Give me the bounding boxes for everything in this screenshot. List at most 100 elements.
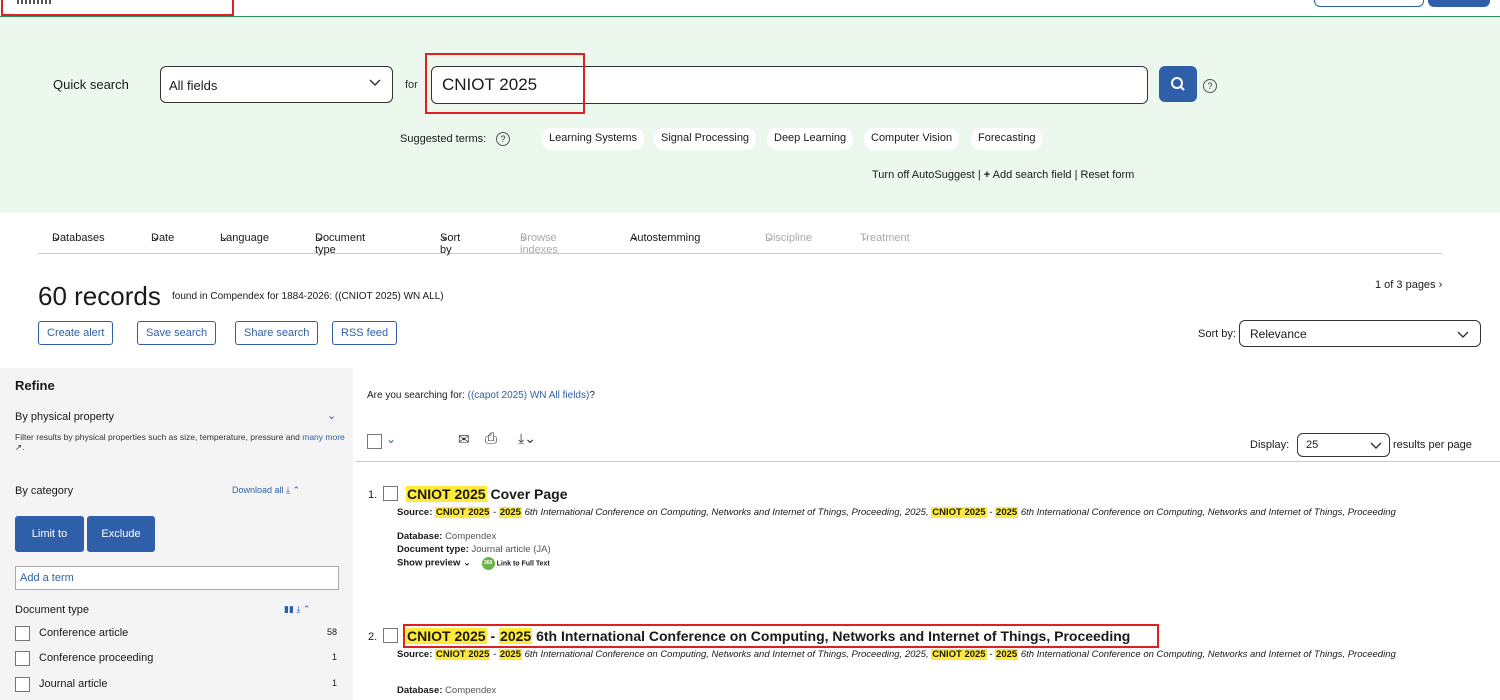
results-per-page-label: results per page [1393,439,1472,451]
top-outline-button[interactable] [1314,0,1424,7]
sort-by-label: Sort by: [1198,328,1236,340]
result-number: 2. [368,631,378,643]
physical-property-title[interactable]: By physical property [15,411,114,423]
filter-treatment: Treatment ⌄ [860,231,910,244]
facet-checkbox[interactable] [15,626,30,641]
facet-item[interactable]: Conference article 58 [15,625,339,643]
filter-language[interactable]: Language ⌄ [220,230,269,244]
limit-to-button[interactable]: Limit to [15,516,84,552]
source-highlight: CNIOT [932,507,962,518]
top-solid-button[interactable] [1428,0,1490,7]
by-category-title: By category [15,485,74,497]
suggested-term-chip[interactable]: Deep Learning [767,128,854,150]
result-source: Source: CNIOT 2025 - 2025 6th Internatio… [397,507,1417,519]
full-text-label: Link to Full Text [496,560,550,568]
external-link-icon: ↗. [15,442,25,452]
physical-property-text: Filter results by physical properties su… [15,432,300,442]
chevron-down-icon[interactable]: ⌄ [386,432,396,446]
did-you-mean-prefix: Are you searching for: [367,390,465,401]
suggested-term-chip[interactable]: Signal Processing [654,128,757,150]
filter-autostemming[interactable]: Autostemming ⌄ [630,230,700,244]
results-toolbar: ⌄ ✉ ⎙ ⤓⌄ Display: 25 results per page [355,430,1500,462]
exclude-button[interactable]: Exclude [87,516,155,552]
display-select[interactable]: 25 [1297,433,1390,457]
doctype-value: Journal article (JA) [471,544,551,555]
download-icon[interactable]: ⤓⌄ [518,430,536,447]
logo-annotation-box [1,0,234,16]
search-field-select[interactable]: All fields [160,66,393,103]
download-icon: ⤓ [296,604,301,614]
search-panel: Quick search All fields for CNIOT 2025 ?… [0,17,1500,213]
rss-feed-button[interactable]: RSS feed [332,321,398,345]
facet-count: 58 [326,627,337,637]
doctype-label: Document type: [397,544,469,555]
result-title[interactable]: CNIOT 2025 Cover Page [406,486,568,502]
select-all-checkbox[interactable] [367,434,382,449]
show-preview-link[interactable]: Show preview ⌄ [397,557,471,568]
email-icon[interactable]: ✉ [458,431,470,448]
suggested-terms-label: Suggested terms: [400,133,487,145]
suggested-term-chip[interactable]: Computer Vision [864,128,960,150]
facet-checkbox[interactable] [15,651,30,666]
result-checkbox[interactable] [383,486,398,501]
filter-label: Discipline [765,232,813,244]
for-label: for [405,79,418,91]
filter-browse-indexes: Browse indexes ⌄ [520,231,558,256]
filter-label: Autostemming [630,232,701,244]
sort-by-select[interactable]: Relevance [1239,320,1481,347]
suggested-term-chip[interactable]: Learning Systems [542,128,645,150]
did-you-mean: Are you searching for: ((capot 2025) WN … [367,390,595,401]
full-text-link[interactable]: 360 Link to Full Text [481,557,550,570]
save-search-button[interactable]: Save search [137,321,217,345]
facet-item[interactable]: Journal article 1 [15,676,339,694]
share-search-button[interactable]: Share search [235,321,319,345]
facet-count: 1 [331,678,337,688]
search-icon [1171,77,1185,91]
filter-sort-by[interactable]: Sort by ⌄ [440,230,460,256]
turn-off-autosuggest-link[interactable]: Turn off AutoSuggest [872,169,975,181]
source-label: Source: [397,507,433,518]
title-text: Cover Page [486,486,568,502]
filter-document-type[interactable]: Document type ⌄ [315,230,365,256]
download-all-link[interactable]: Download all ⤓ ⌃ [232,485,300,496]
page-indicator[interactable]: 1 of 3 pages › [1375,279,1442,291]
result-number: 1. [368,489,378,501]
facet-tools[interactable]: ▮▮ ⤓ ⌃ [284,604,310,615]
database-label: Database: [397,685,443,696]
many-more-link[interactable]: many more [302,432,345,442]
filter-date[interactable]: Date ⌄ [151,230,174,244]
search-options-row: Turn off AutoSuggest | + Add search fiel… [872,169,1134,181]
suggested-term-chip[interactable]: Forecasting [971,128,1043,150]
result-item: 1. CNIOT 2025 Cover Page Source: CNIOT 2… [368,486,1478,596]
site-logo[interactable] [17,0,51,4]
search-button[interactable] [1159,66,1197,102]
reset-form-link[interactable]: Reset form [1081,169,1135,181]
source-dash: - [989,649,993,660]
source-dash: - [989,507,993,518]
filter-label: Treatment [860,232,910,244]
add-search-field-link[interactable]: Add search field [993,169,1072,181]
records-count: 60 records [38,281,161,311]
chevron-down-icon[interactable]: ⌄ [327,409,336,422]
download-all-label: Download all [232,485,284,495]
facet-item[interactable]: Conference proceeding 1 [15,650,339,668]
add-term-input[interactable]: Add a term [15,566,339,590]
source-highlight: 2025 [468,507,490,518]
did-you-mean-link[interactable]: ((capot 2025) WN All fields) [468,390,590,401]
help-icon[interactable]: ? [1203,79,1217,93]
result-checkbox[interactable] [383,628,398,643]
facet-checkbox[interactable] [15,677,30,692]
suggested-help-icon[interactable]: ? [496,132,510,146]
display-value: 25 [1306,439,1319,451]
source-text: 6th International Conference on Computin… [524,507,929,518]
source-dash: - [493,649,497,660]
database-label: Database: [397,531,443,542]
filter-label: Date [151,232,175,244]
print-icon[interactable]: ⎙ [485,430,497,447]
plus-icon: + [983,169,991,181]
search-annotation-box [425,53,585,114]
quick-search-label: Quick search [53,77,129,92]
create-alert-button[interactable]: Create alert [38,321,114,345]
filter-databases[interactable]: Databases ⌄ [52,230,105,244]
filter-label: Sort by [440,232,461,256]
